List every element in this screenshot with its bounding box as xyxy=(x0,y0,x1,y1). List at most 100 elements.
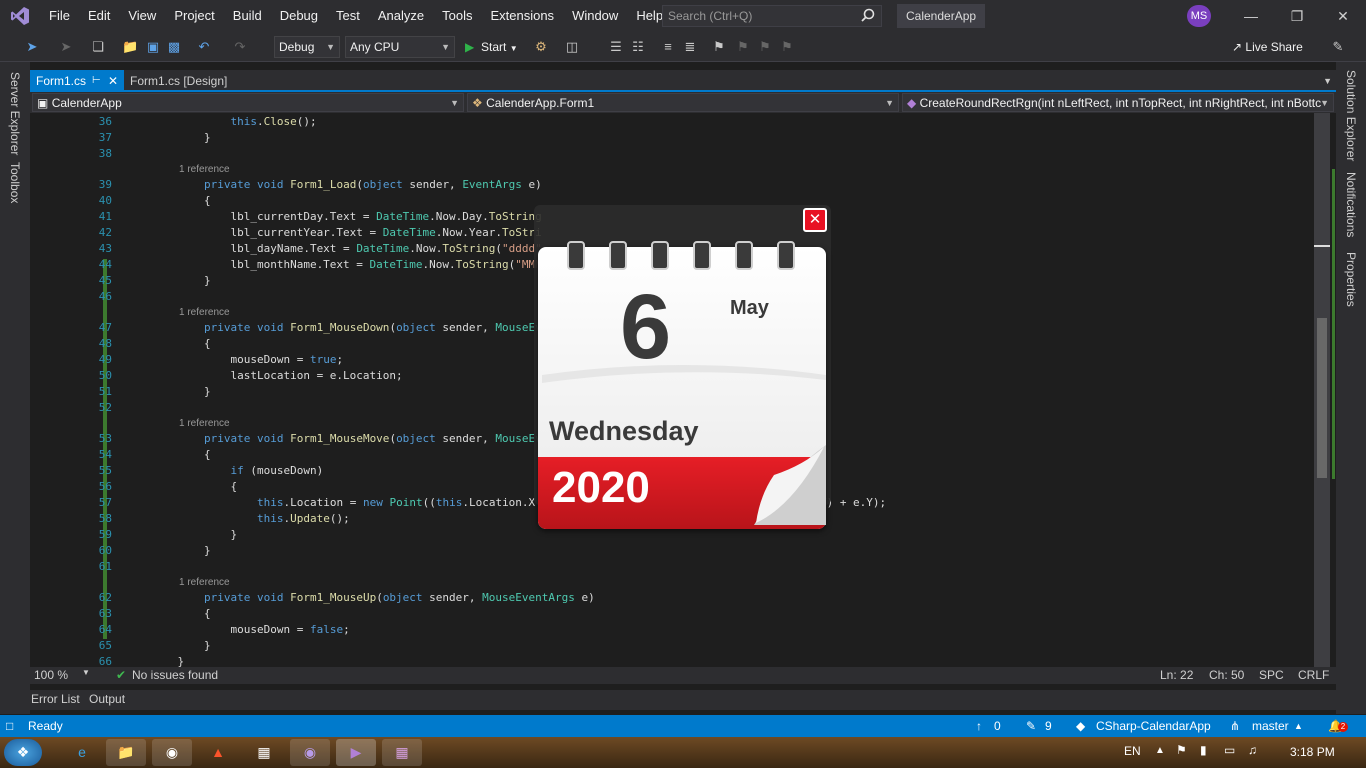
code-text[interactable]: private void Form1_MouseMove(object send… xyxy=(151,431,542,447)
obs-icon[interactable]: ◉ xyxy=(290,739,330,766)
reference-count[interactable]: 1 reference xyxy=(179,162,230,178)
clear-bookmark-icon[interactable]: ⚑ xyxy=(779,39,795,55)
search-input[interactable]: Search (Ctrl+Q) xyxy=(662,5,882,27)
close-tab-icon[interactable]: ✕ xyxy=(108,70,118,92)
code-text[interactable]: { xyxy=(151,606,211,622)
code-text[interactable]: private void Form1_MouseUp(object sender… xyxy=(151,590,595,606)
code-text[interactable]: lbl_currentDay.Text = DateTime.Now.Day.T… xyxy=(151,209,541,225)
code-text[interactable]: if (mouseDown) xyxy=(151,463,323,479)
server-explorer-tab[interactable]: Server Explorer xyxy=(8,72,22,155)
commits-count[interactable]: 0 xyxy=(994,715,1001,737)
vertical-scrollbar[interactable] xyxy=(1314,113,1330,667)
comment-icon[interactable]: ≡ xyxy=(660,39,676,55)
volume-icon[interactable]: ♫ xyxy=(1248,743,1257,757)
layout-icon[interactable]: ☷ xyxy=(630,39,646,55)
code-text[interactable]: } xyxy=(151,384,211,400)
code-text[interactable]: } xyxy=(151,543,211,559)
code-text[interactable]: private void Form1_MouseDown(object send… xyxy=(151,320,542,336)
close-window-icon[interactable]: ✕ xyxy=(1320,0,1366,32)
clock[interactable]: 3:18 PM xyxy=(1290,745,1335,759)
code-text[interactable]: private void Form1_Load(object sender, E… xyxy=(151,177,542,193)
file-explorer-icon[interactable]: 📁 xyxy=(106,739,146,766)
language-indicator[interactable]: EN xyxy=(1124,744,1141,758)
changes-count[interactable]: 9 xyxy=(1045,715,1052,737)
code-text[interactable]: lbl_currentYear.Text = DateTime.Now.Year… xyxy=(151,225,541,241)
code-text[interactable]: mouseDown = true; xyxy=(151,352,343,368)
code-text[interactable]: } xyxy=(151,273,211,289)
tab-form1-design[interactable]: Form1.cs [Design] xyxy=(124,70,227,92)
whitespace-mode[interactable]: SPC xyxy=(1259,668,1284,682)
open-folder-icon[interactable]: 📁 xyxy=(122,39,138,55)
new-project-icon[interactable]: ❏ xyxy=(90,39,106,55)
code-text[interactable]: lbl_monthName.Text = DateTime.Now.ToStri… xyxy=(151,257,541,273)
menu-file[interactable]: File xyxy=(40,0,79,32)
menu-edit[interactable]: Edit xyxy=(79,0,119,32)
pin-icon[interactable]: ⊢ xyxy=(92,70,101,92)
project-dropdown[interactable]: ▣ CalenderApp ▼ xyxy=(32,93,464,112)
code-text[interactable]: } xyxy=(151,130,211,146)
browser-link-icon[interactable]: ◫ xyxy=(564,39,580,55)
line-ending[interactable]: CRLF xyxy=(1298,668,1329,682)
brave-icon[interactable]: ▲ xyxy=(198,739,238,766)
tab-form1-cs[interactable]: Form1.cs ⊢ ✕ xyxy=(30,70,124,92)
action-center-icon[interactable]: ⚑ xyxy=(1176,743,1187,757)
reference-count[interactable]: 1 reference xyxy=(179,575,230,591)
code-text[interactable]: } xyxy=(151,638,211,654)
repository-name[interactable]: CSharp-CalendarApp xyxy=(1096,715,1211,737)
menu-analyze[interactable]: Analyze xyxy=(369,0,433,32)
reference-count[interactable]: 1 reference xyxy=(179,416,230,432)
show-hidden-icons-icon[interactable]: ▲ xyxy=(1155,745,1165,756)
menu-project[interactable]: Project xyxy=(165,0,223,32)
code-text[interactable]: { xyxy=(151,447,211,463)
code-text[interactable]: { xyxy=(151,193,211,209)
toolbox-tab[interactable]: Toolbox xyxy=(8,162,22,203)
platform-select[interactable]: Any CPU ▼ xyxy=(345,36,455,58)
menu-test[interactable]: Test xyxy=(327,0,369,32)
menu-build[interactable]: Build xyxy=(224,0,271,32)
branch-name[interactable]: master xyxy=(1252,715,1289,737)
battery-icon[interactable]: ▮ xyxy=(1200,743,1207,757)
attach-icon[interactable]: ⚙ xyxy=(533,39,549,55)
feedback-icon[interactable]: ✎ xyxy=(1330,39,1346,55)
menu-view[interactable]: View xyxy=(119,0,165,32)
next-bookmark-icon[interactable]: ⚑ xyxy=(757,39,773,55)
scrollbar-thumb[interactable] xyxy=(1317,318,1327,478)
minimize-icon[interactable]: — xyxy=(1228,0,1274,32)
prev-bookmark-icon[interactable]: ⚑ xyxy=(735,39,751,55)
back-icon[interactable]: ➤ xyxy=(24,39,40,55)
output-tab[interactable]: Output xyxy=(89,692,125,706)
live-share-button[interactable]: ↗ Live Share xyxy=(1232,36,1303,58)
class-dropdown[interactable]: ❖ CalenderApp.Form1 ▼ xyxy=(467,93,899,112)
error-list-tab[interactable]: Error List xyxy=(31,692,80,706)
forward-icon[interactable]: ➤ xyxy=(58,39,74,55)
save-all-icon[interactable]: ▩ xyxy=(166,39,182,55)
menu-tools[interactable]: Tools xyxy=(433,0,481,32)
zoom-level[interactable]: 100 % xyxy=(34,668,68,682)
reference-count[interactable]: 1 reference xyxy=(179,305,230,321)
code-text[interactable]: mouseDown = false; xyxy=(151,622,349,638)
menu-extensions[interactable]: Extensions xyxy=(481,0,563,32)
calendar-close-button[interactable]: ✕ xyxy=(803,208,827,232)
code-text[interactable]: this.Close(); xyxy=(151,114,316,130)
network-icon[interactable]: ▭ xyxy=(1224,743,1235,757)
configuration-select[interactable]: Debug ▼ xyxy=(274,36,340,58)
save-icon[interactable]: ▣ xyxy=(145,39,161,55)
menu-debug[interactable]: Debug xyxy=(271,0,327,32)
app-window-icon[interactable]: ▦ xyxy=(244,739,284,766)
menu-window[interactable]: Window xyxy=(563,0,627,32)
code-text[interactable]: this.Update(); xyxy=(151,511,350,527)
member-dropdown[interactable]: ◆ CreateRoundRectRgn(int nLeftRect, int … xyxy=(902,93,1334,112)
chrome-icon[interactable]: ◉ xyxy=(152,739,192,766)
bookmark-icon[interactable]: ⚑ xyxy=(711,39,727,55)
redo-icon[interactable]: ↷ xyxy=(232,39,248,55)
windows-start-icon[interactable]: ❖ xyxy=(4,739,42,766)
issues-status[interactable]: No issues found xyxy=(132,668,218,682)
calendar-app-task-icon[interactable]: ▦ xyxy=(382,739,422,766)
code-text[interactable]: lbl_dayName.Text = DateTime.Now.ToString… xyxy=(151,241,541,257)
internet-explorer-icon[interactable]: e xyxy=(62,739,102,766)
visual-studio-task-icon[interactable]: ▶ xyxy=(336,739,376,766)
code-text[interactable]: } xyxy=(151,654,184,667)
code-text[interactable]: { xyxy=(151,479,237,495)
chevron-down-icon[interactable]: ▼ xyxy=(82,668,90,677)
restore-icon[interactable]: ❐ xyxy=(1274,0,1320,32)
